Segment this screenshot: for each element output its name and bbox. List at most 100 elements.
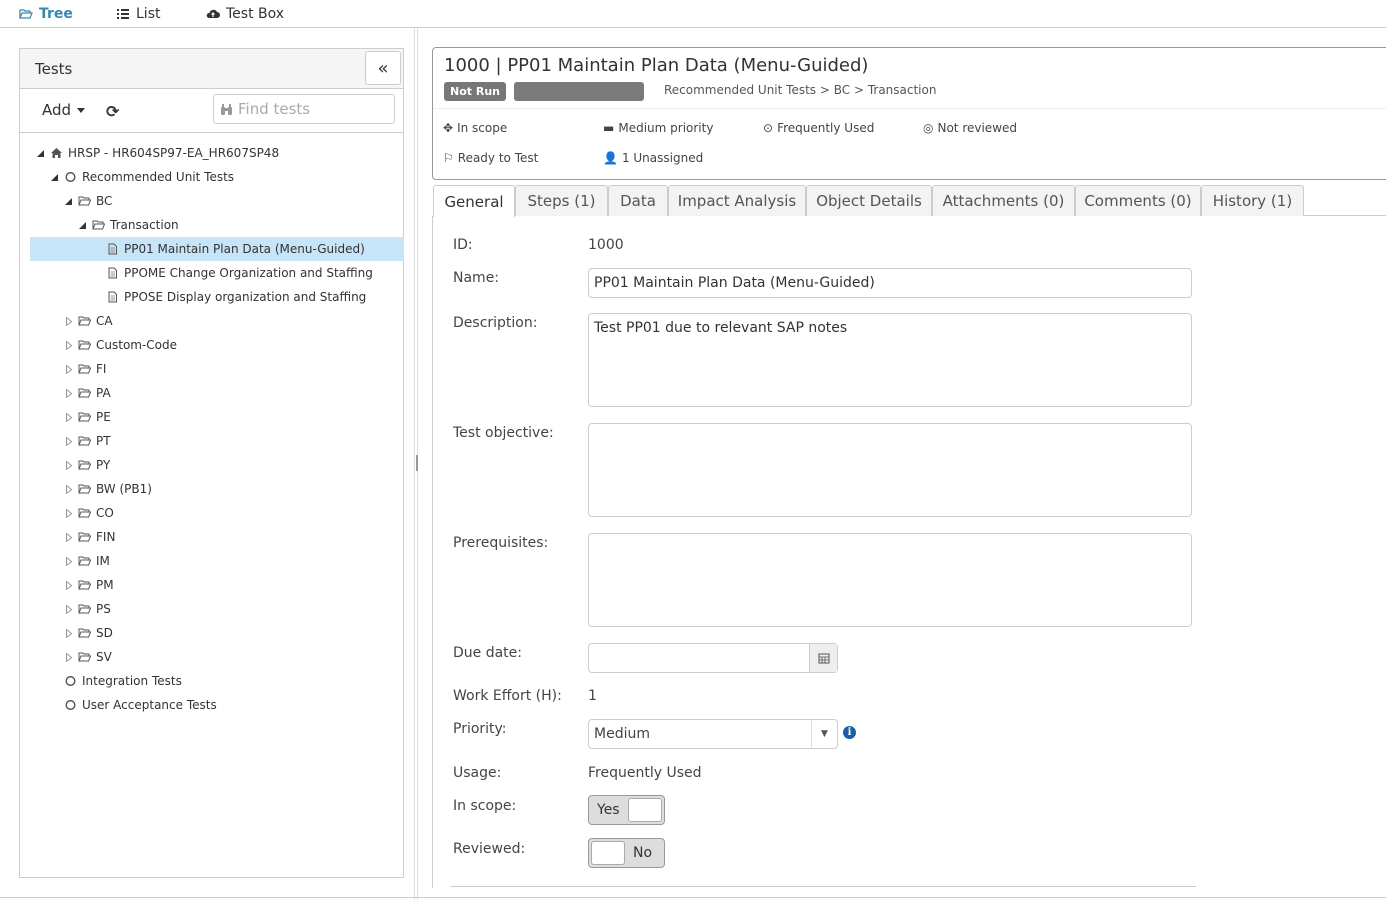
- breadcrumb: Recommended Unit Tests > BC > Transactio…: [664, 83, 937, 97]
- tab-data[interactable]: Data: [608, 185, 668, 216]
- binoculars-icon: [221, 103, 232, 115]
- usage-indicator: ⊙ Frequently Used: [763, 121, 874, 135]
- tree-item-folder[interactable]: SV: [30, 645, 404, 669]
- refresh-icon[interactable]: ⟳: [106, 102, 119, 121]
- tab-tree-label: Tree: [39, 6, 73, 22]
- tree-item-label: HRSP - HR604SP97-EA_HR607SP48: [68, 146, 280, 160]
- info-icon[interactable]: i: [843, 726, 856, 739]
- folder-open-icon: [78, 603, 91, 615]
- collapsed-triangle-icon[interactable]: [64, 388, 73, 398]
- tree-item-folder[interactable]: FI: [30, 357, 404, 381]
- splitter-handle[interactable]: [416, 455, 418, 471]
- add-dropdown-button[interactable]: Add: [42, 101, 86, 119]
- in-scope-label: In scope:: [453, 798, 517, 814]
- tab-testbox[interactable]: Test Box: [206, 2, 284, 26]
- due-date-input[interactable]: [588, 643, 838, 673]
- target-icon: ⊙: [763, 121, 774, 135]
- folder-open-icon: [78, 363, 91, 375]
- tab-steps[interactable]: Steps (1): [515, 185, 608, 216]
- collapsed-triangle-icon[interactable]: [64, 652, 73, 662]
- tree-item-label: PPOSE Display organization and Staffing: [124, 290, 367, 304]
- calendar-icon[interactable]: [809, 644, 837, 672]
- find-tests-input[interactable]: Find tests: [213, 94, 395, 124]
- tab-comments[interactable]: Comments (0): [1075, 185, 1201, 216]
- tree-item-label: PPOME Change Organization and Staffing: [124, 266, 373, 280]
- collapsed-triangle-icon[interactable]: [64, 316, 73, 326]
- add-label: Add: [42, 101, 72, 119]
- usage-value: Frequently Used: [588, 765, 702, 781]
- tree-item-folder[interactable]: BW (PB1): [30, 477, 404, 501]
- tree-item-folder[interactable]: SD: [30, 621, 404, 645]
- collapsed-triangle-icon[interactable]: [64, 532, 73, 542]
- expanded-triangle-icon[interactable]: [78, 221, 87, 229]
- collapsed-triangle-icon[interactable]: [64, 340, 73, 350]
- priority-select[interactable]: Medium ▼: [588, 719, 838, 749]
- tab-tree[interactable]: Tree: [19, 2, 73, 26]
- collapse-panel-button[interactable]: «: [365, 51, 401, 85]
- tab-general[interactable]: General: [433, 185, 515, 217]
- tree-item-folder[interactable]: FIN: [30, 525, 404, 549]
- collapsed-triangle-icon[interactable]: [64, 556, 73, 566]
- collapsed-triangle-icon[interactable]: [64, 580, 73, 590]
- effort-value: 1: [588, 688, 597, 704]
- tree-item-folder[interactable]: Transaction: [30, 213, 404, 237]
- tree-item-folder[interactable]: Custom-Code: [30, 333, 404, 357]
- priority-label: Priority:: [453, 721, 507, 737]
- folder-open-icon: [78, 555, 91, 567]
- tree-item-folder[interactable]: HRSP - HR604SP97-EA_HR607SP48: [30, 141, 404, 165]
- reviewed-toggle[interactable]: No: [588, 838, 665, 868]
- scope-text: In scope: [457, 121, 508, 135]
- prerequisites-label: Prerequisites:: [453, 535, 549, 551]
- tree-item-folder[interactable]: PM: [30, 573, 404, 597]
- tree-item-folder[interactable]: PY: [30, 453, 404, 477]
- tree-item-folder[interactable]: IM: [30, 549, 404, 573]
- tree-item-folder[interactable]: CA: [30, 309, 404, 333]
- tree-item-folder[interactable]: BC: [30, 189, 404, 213]
- tree-item-folder[interactable]: User Acceptance Tests: [30, 693, 404, 717]
- circle-icon: [64, 699, 77, 711]
- tree-item-folder[interactable]: Recommended Unit Tests: [30, 165, 404, 189]
- page-bottom-border: [0, 897, 1386, 898]
- expanded-triangle-icon[interactable]: [50, 173, 59, 181]
- objective-textarea[interactable]: [588, 423, 1192, 517]
- expanded-triangle-icon[interactable]: [64, 197, 73, 205]
- expanded-triangle-icon[interactable]: [36, 149, 45, 157]
- prerequisites-textarea[interactable]: [588, 533, 1192, 627]
- tab-impact[interactable]: Impact Analysis: [668, 185, 806, 216]
- tree-item-folder[interactable]: PA: [30, 381, 404, 405]
- collapsed-triangle-icon[interactable]: [64, 436, 73, 446]
- description-textarea[interactable]: Test PP01 due to relevant SAP notes: [588, 313, 1192, 407]
- tree-item-label: FI: [96, 362, 107, 376]
- tab-list[interactable]: List: [116, 2, 160, 26]
- tab-history[interactable]: History (1): [1201, 185, 1304, 216]
- tree-item-folder[interactable]: CO: [30, 501, 404, 525]
- collapsed-triangle-icon[interactable]: [64, 364, 73, 374]
- folder-open-icon: [78, 195, 91, 207]
- priority-selected: Medium: [594, 726, 650, 742]
- name-input[interactable]: PP01 Maintain Plan Data (Menu-Guided): [588, 268, 1192, 298]
- tree-item-folder[interactable]: PS: [30, 597, 404, 621]
- tree-item-folder[interactable]: Integration Tests: [30, 669, 404, 693]
- tree-item-test[interactable]: PP01 Maintain Plan Data (Menu-Guided): [30, 237, 404, 261]
- tab-attachments[interactable]: Attachments (0): [932, 185, 1075, 216]
- minus-icon: ▬: [603, 121, 615, 135]
- collapsed-triangle-icon[interactable]: [64, 628, 73, 638]
- in-scope-toggle[interactable]: Yes: [588, 795, 665, 825]
- id-value: 1000: [588, 237, 624, 253]
- tab-object[interactable]: Object Details: [806, 185, 932, 216]
- tests-panel-title: Tests: [35, 59, 73, 78]
- tree-item-label: PM: [96, 578, 114, 592]
- tree-item-folder[interactable]: PT: [30, 429, 404, 453]
- collapsed-triangle-icon[interactable]: [64, 604, 73, 614]
- tree-item-test[interactable]: PPOME Change Organization and Staffing: [30, 261, 404, 285]
- caret-down-icon: [77, 107, 86, 113]
- collapsed-triangle-icon[interactable]: [64, 508, 73, 518]
- tree-item-folder[interactable]: PE: [30, 405, 404, 429]
- collapsed-triangle-icon[interactable]: [64, 460, 73, 470]
- tree-item-test[interactable]: PPOSE Display organization and Staffing: [30, 285, 404, 309]
- collapsed-triangle-icon[interactable]: [64, 484, 73, 494]
- collapsed-triangle-icon[interactable]: [64, 412, 73, 422]
- tests-toolbar: Add ⟳ Find tests: [20, 89, 403, 133]
- tree-item-label: BW (PB1): [96, 482, 152, 496]
- tree-item-label: Integration Tests: [82, 674, 182, 688]
